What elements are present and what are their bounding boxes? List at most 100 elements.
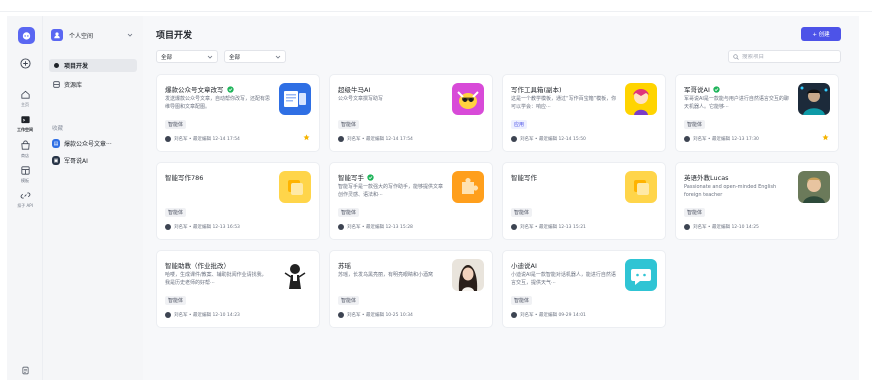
card-title-row: 小迪说AI <box>511 260 537 270</box>
verified-check-icon <box>367 173 374 181</box>
rail-template[interactable]: 模板 <box>7 165 43 184</box>
link-icon <box>20 192 30 199</box>
card-description <box>511 183 617 199</box>
rail-store-label: 商店 <box>21 153 29 158</box>
card-meta: 刘名军 • 最近编辑 12-10 14:23 <box>165 312 240 318</box>
search-input[interactable] <box>742 53 837 60</box>
portrait-thumb-image <box>798 83 830 115</box>
document-icon <box>22 366 28 375</box>
favorite-label: 军哥说AI <box>64 158 88 165</box>
favorite-star-icon[interactable] <box>822 134 829 141</box>
anime-thumb-image <box>625 83 657 115</box>
card-type-tag: 智能体 <box>684 208 706 217</box>
project-card[interactable]: 小迪说AI 小迪说AI是一款智能对话机器人，能进行自然语言交互，提供天气··· … <box>502 250 666 328</box>
card-meta: 刘名军 • 最近编辑 12-13 15:28 <box>338 224 413 230</box>
card-description: 哈喽，生成课件/教案、辅助批阅作业请找我，我是历史老师的好帮··· <box>165 272 267 286</box>
card-description: Passionate and open-minded English forei… <box>684 184 777 198</box>
card-meta-text: 刘名军 • 最近编辑 12-13 17:30 <box>693 137 759 142</box>
card-meta: 刘名军 • 最近编辑 12-13 17:30 <box>684 136 759 142</box>
app-logo[interactable] <box>18 27 35 44</box>
card-type-tag: 智能体 <box>338 296 360 305</box>
create-button[interactable]: + 创建 <box>801 27 841 41</box>
project-icon <box>52 62 60 70</box>
project-card[interactable]: 爆款公众号文章改写 发送爆款公众号文章，自动帮你改写，还配有思维导图和文章配图。… <box>156 74 320 152</box>
card-type-tag: 智能体 <box>165 120 187 129</box>
card-meta-text: 刘名军 • 最近编辑 12-13 15:21 <box>520 225 586 230</box>
card-title: 超级牛马AI <box>338 86 371 94</box>
rail-workspace[interactable]: 工作空间 <box>7 114 43 133</box>
card-type-tag: 应用 <box>511 120 528 129</box>
teacher-thumb-image <box>279 259 311 291</box>
card-meta: 刘名军 • 最近编辑 12-13 15:21 <box>511 224 586 230</box>
sidebar-item-projects[interactable]: 项目开发 <box>49 59 137 72</box>
project-card[interactable]: 写作工具箱(副本) 这是一个教学模板，通过“写作百宝箱”模板，你可以学会：响应·… <box>502 74 666 152</box>
card-meta: 刘名军 • 最近编辑 09-29 14:01 <box>511 312 586 318</box>
rail-create-button[interactable] <box>7 58 43 69</box>
card-title: 小迪说AI <box>511 262 537 270</box>
search-icon <box>733 53 739 60</box>
card-meta-text: 刘名军 • 最近编辑 10-25 10:34 <box>347 313 413 318</box>
card-meta-text: 刘名军 • 最近编辑 12-13 15:28 <box>347 225 413 230</box>
card-meta-text: 刘名军 • 最近编辑 12-14 15:50 <box>520 137 586 142</box>
card-title-row: 写作工具箱(副本) <box>511 84 562 94</box>
card-description: 公众号文章撰写助写 <box>338 96 384 102</box>
project-card[interactable]: 超级牛马AI 公众号文章撰写助写 智能体 刘名军 • 最近编辑 12-14 17… <box>329 74 493 152</box>
yellow-square-thumb-image <box>625 171 657 203</box>
project-card[interactable]: 智能写作 智能体 刘名军 • 最近编辑 12-13 15:21 <box>502 162 666 240</box>
yellow-square-thumb-image <box>279 171 311 203</box>
card-title: 苏瑶 <box>338 262 351 270</box>
workspace-name: 个人空间 <box>69 32 94 40</box>
project-card[interactable]: 军哥说AI 军哥说AI是一款能与用户进行自然语言交互的聊天机器人。它能够··· … <box>675 74 839 152</box>
woman-thumb-image <box>452 259 484 291</box>
workspace-switcher[interactable]: 个人空间 <box>51 27 137 43</box>
favorite-star-icon[interactable] <box>303 134 310 141</box>
project-card[interactable]: 智能助教（作业批改） 哈喽，生成课件/教案、辅助批阅作业请找我，我是历史老师的好… <box>156 250 320 328</box>
card-title: 爆款公众号文章改写 <box>165 86 224 94</box>
card-title-row: 智能写作 <box>511 172 537 182</box>
verified-check-icon <box>713 85 720 93</box>
card-type-tag: 智能体 <box>684 120 706 129</box>
store-icon <box>20 140 30 150</box>
author-avatar <box>684 224 690 230</box>
author-avatar <box>165 312 171 318</box>
rail-docs-button[interactable] <box>7 366 43 375</box>
card-description: 小迪说AI是一款智能对话机器人，能进行自然语言交互，提供天气··· <box>511 272 616 286</box>
type-filter-select[interactable]: 全部 <box>156 50 218 63</box>
card-title: 军哥说AI <box>684 86 710 94</box>
rail-workspace-label: 工作空间 <box>17 127 33 132</box>
template-icon <box>20 166 30 175</box>
rail-home[interactable]: 主页 <box>7 89 43 108</box>
rail-store[interactable]: 商店 <box>7 140 43 159</box>
favorite-item-junge-ai[interactable]: ▣ 军哥说AI <box>49 154 137 167</box>
card-meta: 刘名军 • 最近编辑 12-14 17:54 <box>165 136 240 142</box>
rail-api-label: 扣子 API <box>17 203 33 208</box>
library-icon <box>52 81 60 89</box>
home-icon <box>20 90 30 99</box>
card-title-row: 超级牛马AI <box>338 84 370 94</box>
card-title-row: 爆款公众号文章改写 <box>165 84 234 94</box>
folder-icon <box>20 116 30 124</box>
card-description: 军哥说AI是一款能与用户进行自然语言交互的聊天机器人。它能够··· <box>684 96 789 110</box>
favorite-label: 爆款公众号文章··· <box>64 141 112 148</box>
card-title: 写作工具箱(副本) <box>511 86 562 94</box>
doc-thumb-image <box>279 83 311 115</box>
orange-puzzle-thumb-image <box>452 171 484 203</box>
favorite-item-article-rewrite[interactable]: ▤ 爆款公众号文章··· <box>49 137 137 150</box>
sidebar-item-library[interactable]: 资源库 <box>49 78 137 91</box>
card-meta-text: 刘名军 • 最近编辑 12-14 17:54 <box>347 137 413 142</box>
global-rail: 主页 工作空间 商店 模板 扣子 API <box>7 16 43 380</box>
project-card[interactable]: 英语外教Lucas Passionate and open-minded Eng… <box>675 162 839 240</box>
search-box[interactable] <box>728 50 841 63</box>
author-avatar <box>684 136 690 142</box>
card-title-row: 军哥说AI <box>684 84 720 94</box>
ox-thumb-image <box>452 83 484 115</box>
status-filter-select[interactable]: 全部 <box>224 50 286 63</box>
project-card[interactable]: 苏瑶 苏瑶，长发乌黑亮丽，有明亮眼睛和小酒窝 智能体 刘名军 • 最近编辑 10… <box>329 250 493 328</box>
project-card[interactable]: 智能写手 智能写手是一款强大的写作助手，能够提供文章创作灵感、语法和··· 智能… <box>329 162 493 240</box>
rail-api[interactable]: 扣子 API <box>7 190 43 209</box>
card-description: 苏瑶，长发乌黑亮丽，有明亮眼睛和小酒窝 <box>338 272 434 278</box>
main-content: 项目开发 + 创建 全部 全部 爆款公众号文章改写 发送爆款公众号文章，自动帮你… <box>143 16 859 380</box>
author-avatar <box>511 224 517 230</box>
project-card[interactable]: 智能写作786 智能体 刘名军 • 最近编辑 12-13 16:53 <box>156 162 320 240</box>
card-title-row: 智能写作786 <box>165 172 203 182</box>
